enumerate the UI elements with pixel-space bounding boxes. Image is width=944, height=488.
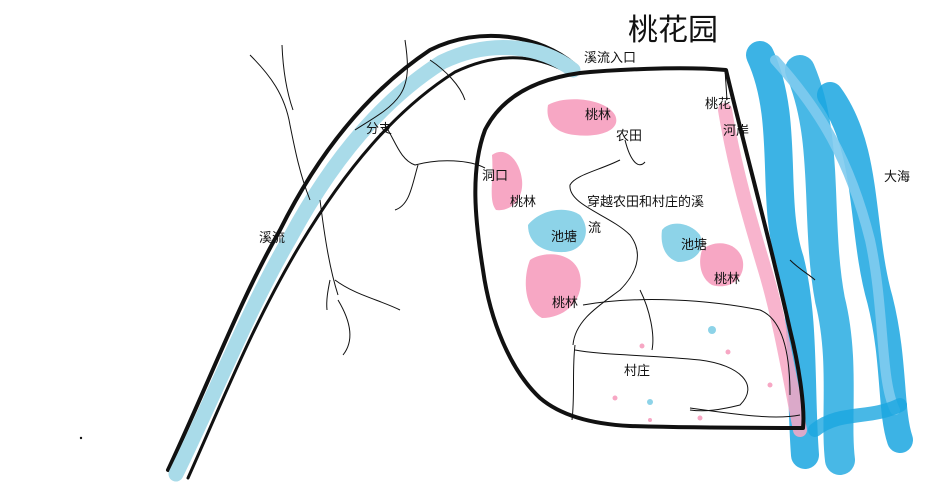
label-peach-bank-1: 桃花 <box>705 97 732 112</box>
label-peach-grove-top: 桃林 <box>585 108 612 123</box>
label-farmland: 农田 <box>616 129 643 144</box>
label-cave-mouth: 洞口 <box>482 169 509 184</box>
label-stream: 溪流 <box>259 231 286 246</box>
label-stream-entrance: 溪流入口 <box>584 51 637 66</box>
stream-branches <box>249 39 486 356</box>
sea <box>746 41 913 475</box>
label-pond-right: 池塘 <box>681 238 708 253</box>
label-peach-grove-left: 桃林 <box>510 195 537 210</box>
label-flow: 流 <box>588 221 602 236</box>
label-cross-stream: 穿越农田和村庄的溪 <box>587 195 705 210</box>
peach-garden-map <box>79 33 913 482</box>
page-title: 桃花园 <box>628 13 718 48</box>
label-peach-bank-2: 河岸 <box>723 124 750 139</box>
label-village: 村庄 <box>624 364 651 379</box>
dot <box>79 436 83 440</box>
label-sea: 大海 <box>884 170 911 185</box>
label-peach-grove-center: 桃林 <box>552 296 579 311</box>
label-branch: 分支 <box>366 122 393 137</box>
label-peach-grove-right: 桃林 <box>714 272 741 287</box>
stream <box>166 33 581 482</box>
label-pond-left: 池塘 <box>551 230 578 245</box>
